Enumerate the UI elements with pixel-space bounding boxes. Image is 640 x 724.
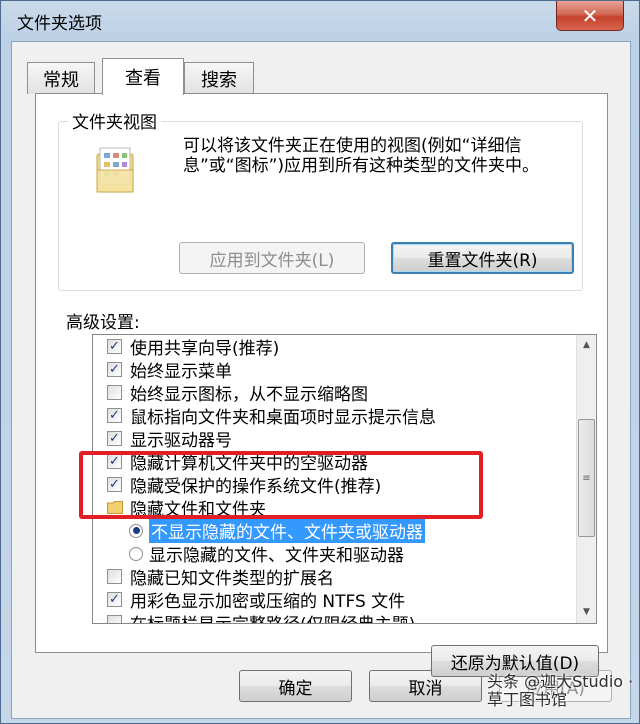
watermark: 头条 @迦大Studio · 草丁图书馆 bbox=[487, 672, 634, 709]
setting-label: 隐藏计算机文件夹中的空驱动器 bbox=[130, 454, 368, 474]
restore-defaults-label: 还原为默认值(D) bbox=[450, 653, 580, 674]
radio-unselected[interactable] bbox=[129, 546, 143, 561]
cancel-label: 取消 bbox=[408, 678, 443, 699]
vertical-scrollbar[interactable]: ▲ ≡ ▼ bbox=[576, 335, 596, 623]
checkbox-checked[interactable]: ✓ bbox=[107, 477, 122, 492]
setting-full-path-title[interactable]: 在标题栏显示完整路径(仅限经典主题) bbox=[107, 610, 587, 623]
advanced-settings-tree[interactable]: ✓ 使用共享向导(推荐) ✓ 始终显示菜单 始终显示图标，从不显示缩略图 ✓ 鼠… bbox=[92, 334, 597, 624]
setting-color-ntfs[interactable]: ✓ 用彩色显示加密或压缩的 NTFS 文件 bbox=[107, 588, 587, 612]
setting-sharing-wizard[interactable]: ✓ 使用共享向导(推荐) bbox=[107, 335, 587, 359]
checkbox-checked[interactable]: ✓ bbox=[107, 362, 122, 377]
reset-folders-button[interactable]: 重置文件夹(R) bbox=[391, 242, 574, 274]
setting-label: 显示隐藏的文件、文件夹和驱动器 bbox=[149, 546, 404, 566]
folder-view-description: 可以将该文件夹正在使用的视图(例如“详细信息”或“图标”)应用到所有这种类型的文… bbox=[183, 136, 540, 176]
folder-icon bbox=[107, 501, 123, 514]
setting-hide-empty-drives[interactable]: ✓ 隐藏计算机文件夹中的空驱动器 bbox=[107, 450, 587, 474]
tab-general-label: 常规 bbox=[43, 69, 79, 91]
checkbox-unchecked[interactable] bbox=[107, 615, 122, 623]
apply-to-folders-button[interactable]: 应用到文件夹(L) bbox=[179, 242, 365, 274]
checkbox-checked[interactable]: ✓ bbox=[107, 592, 122, 607]
ok-button[interactable]: 确定 bbox=[239, 670, 352, 702]
ok-label: 确定 bbox=[278, 678, 313, 699]
checkbox-checked[interactable]: ✓ bbox=[107, 454, 122, 469]
setting-label: 始终显示图标，从不显示缩略图 bbox=[130, 385, 368, 405]
tab-general[interactable]: 常规 bbox=[27, 62, 95, 94]
setting-hide-protected-files[interactable]: ✓ 隐藏受保护的操作系统文件(推荐) bbox=[107, 473, 587, 497]
setting-label: 隐藏已知文件类型的扩展名 bbox=[130, 569, 334, 589]
close-icon: ✕ bbox=[581, 3, 599, 28]
setting-label: 使用共享向导(推荐) bbox=[130, 339, 280, 359]
setting-always-show-icons[interactable]: 始终显示图标，从不显示缩略图 bbox=[107, 381, 587, 405]
tab-search[interactable]: 搜索 bbox=[184, 62, 254, 94]
close-button[interactable]: ✕ bbox=[556, 1, 624, 31]
setting-label: 用彩色显示加密或压缩的 NTFS 文件 bbox=[130, 592, 406, 612]
folder-settings-icon bbox=[96, 147, 134, 193]
radio-dont-show-hidden[interactable]: 不显示隐藏的文件、文件夹或驱动器 bbox=[129, 518, 596, 543]
window-title: 文件夹选项 bbox=[17, 14, 102, 34]
setting-show-drive-letters[interactable]: ✓ 显示驱动器号 bbox=[107, 427, 587, 451]
setting-label: 不显示隐藏的文件、文件夹或驱动器 bbox=[149, 518, 425, 543]
view-tab-panel: 文件夹视图 可以将该文件夹正在使用的视图(例如“详细信息”或“图标”)应用到所有… bbox=[35, 93, 608, 677]
apply-to-folders-label: 应用到文件夹(L) bbox=[209, 250, 335, 271]
setting-label: 鼠标指向文件夹和桌面项时显示提示信息 bbox=[130, 408, 436, 428]
setting-hide-extensions[interactable]: 隐藏已知文件类型的扩展名 bbox=[107, 565, 587, 589]
radio-selected[interactable] bbox=[129, 523, 143, 538]
group-hidden-files: 隐藏文件和文件夹 bbox=[107, 496, 587, 520]
setting-label: 显示驱动器号 bbox=[130, 431, 232, 451]
tab-view-label: 查看 bbox=[125, 68, 161, 89]
tab-view[interactable]: 查看 bbox=[102, 58, 184, 95]
folder-options-window: 文件夹选项 ✕ 常规 查看 搜索 文件夹视图 可以将该文件夹正在使用的视图(例如… bbox=[0, 0, 640, 724]
tab-search-label: 搜索 bbox=[201, 69, 237, 91]
scrollbar-thumb[interactable]: ≡ bbox=[578, 419, 595, 537]
checkbox-checked[interactable]: ✓ bbox=[107, 431, 122, 446]
setting-label: 隐藏受保护的操作系统文件(推荐) bbox=[130, 477, 382, 497]
grip-icon: ≡ bbox=[582, 472, 591, 484]
setting-label: 在标题栏显示完整路径(仅限经典主题) bbox=[130, 610, 415, 623]
setting-label: 始终显示菜单 bbox=[130, 362, 232, 382]
folder-view-group-label: 文件夹视图 bbox=[68, 108, 161, 133]
title-bar: 文件夹选项 ✕ bbox=[1, 1, 639, 41]
setting-popup-descriptions[interactable]: ✓ 鼠标指向文件夹和桌面项时显示提示信息 bbox=[107, 404, 587, 428]
scroll-down-icon[interactable]: ▼ bbox=[577, 603, 596, 621]
checkbox-checked[interactable]: ✓ bbox=[107, 408, 122, 423]
checkbox-unchecked[interactable] bbox=[107, 385, 122, 400]
checkbox-unchecked[interactable] bbox=[107, 569, 122, 584]
dialog-body: 常规 查看 搜索 文件夹视图 可以将该文件夹正在使用的视图(例如“详细信息”或“… bbox=[11, 41, 631, 719]
scroll-up-icon[interactable]: ▲ bbox=[577, 336, 596, 354]
reset-folders-label: 重置文件夹(R) bbox=[427, 250, 538, 271]
advanced-settings-label: 高级设置: bbox=[66, 313, 140, 333]
setting-always-show-menus[interactable]: ✓ 始终显示菜单 bbox=[107, 358, 587, 382]
checkbox-checked[interactable]: ✓ bbox=[107, 339, 122, 354]
group-label: 隐藏文件和文件夹 bbox=[130, 500, 266, 520]
radio-show-hidden[interactable]: 显示隐藏的文件、文件夹和驱动器 bbox=[129, 542, 596, 566]
